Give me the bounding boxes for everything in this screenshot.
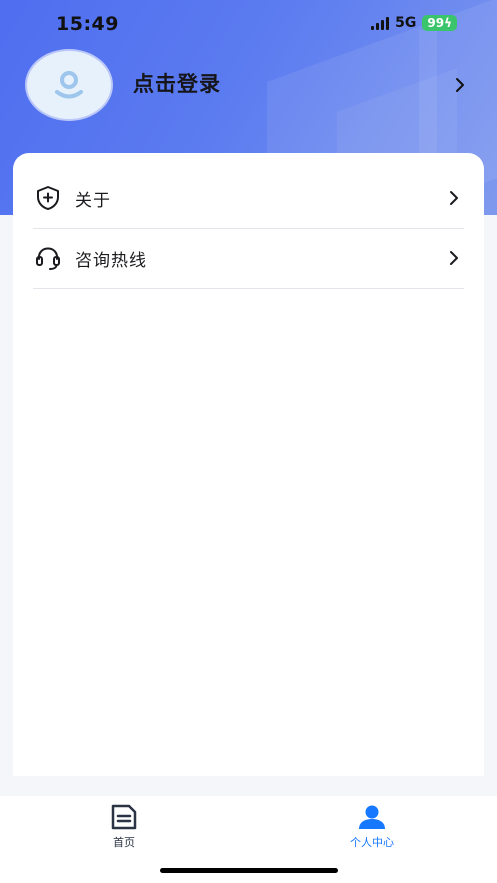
shield-plus-icon [33, 183, 63, 213]
login-chevron-icon[interactable] [454, 77, 466, 93]
menu-item-label: 咨询热线 [75, 250, 147, 271]
network-type: 5G [395, 15, 417, 31]
menu-item-label: 关于 [75, 190, 111, 211]
avatar[interactable] [27, 51, 111, 119]
chevron-right-icon [450, 251, 458, 265]
charging-bolt-icon: ϟ [444, 16, 452, 30]
tab-home[interactable]: 首页 [64, 804, 184, 854]
menu-card: 关于 咨询热线 [13, 153, 484, 776]
login-prompt[interactable]: 点击登录 [133, 68, 221, 98]
battery-icon: 99ϟ [422, 15, 457, 31]
tab-label: 个人中心 [350, 836, 394, 849]
signal-icon [371, 16, 390, 30]
document-icon [111, 804, 137, 830]
chevron-right-icon [450, 191, 458, 205]
menu-item-hotline[interactable]: 咨询热线 [33, 228, 464, 289]
avatar-face-icon [55, 71, 83, 99]
headset-icon [33, 243, 63, 273]
status-bar: 15:49 5G 99ϟ [0, 0, 497, 48]
home-indicator [160, 868, 338, 873]
status-time: 15:49 [56, 13, 119, 35]
tab-profile[interactable]: 个人中心 [312, 804, 432, 854]
user-icon [359, 805, 385, 829]
battery-level: 99 [427, 16, 445, 30]
tab-label: 首页 [113, 836, 135, 849]
menu-item-about[interactable]: 关于 [33, 168, 464, 229]
status-indicators: 5G 99ϟ [371, 15, 457, 31]
